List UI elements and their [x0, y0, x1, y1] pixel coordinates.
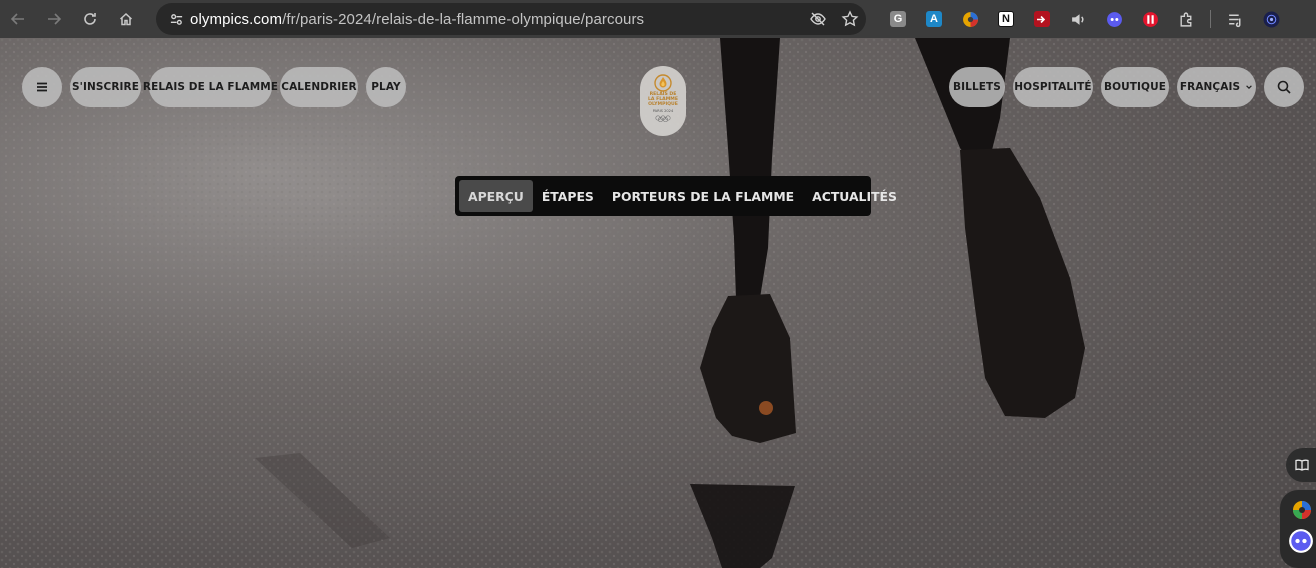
- arrow-left-icon: [10, 13, 24, 25]
- arrow-right-icon: [48, 13, 62, 25]
- reload-button[interactable]: [72, 0, 108, 38]
- color-wheel-icon[interactable]: [1292, 500, 1312, 520]
- extension-screen-recorder[interactable]: [1024, 0, 1060, 38]
- calendar-button[interactable]: CALENDRIER: [280, 67, 358, 107]
- logo-subtitle: PARIS 2024: [652, 109, 674, 113]
- extension-color-picker[interactable]: [952, 0, 988, 38]
- home-button[interactable]: [108, 0, 144, 38]
- chevron-down-icon: [1246, 85, 1252, 89]
- search-button[interactable]: [1264, 67, 1304, 107]
- browser-toolbar: olympics.com/fr/paris-2024/relais-de-la-…: [0, 0, 1316, 38]
- shop-button[interactable]: BOUTIQUE: [1101, 67, 1169, 107]
- language-selector[interactable]: FRANÇAIS: [1177, 67, 1256, 107]
- tab-overview[interactable]: APERÇU: [459, 180, 533, 212]
- media-queue-icon: [1228, 14, 1240, 27]
- reading-list-button[interactable]: [1217, 0, 1253, 38]
- extensions-menu[interactable]: [1168, 0, 1204, 38]
- eye-off-icon[interactable]: [802, 10, 834, 28]
- extension-g[interactable]: G: [880, 0, 916, 38]
- notion-icon: N: [998, 11, 1014, 27]
- hospitality-button[interactable]: HOSPITALITÉ: [1013, 67, 1093, 107]
- puzzle-icon: [1179, 12, 1191, 27]
- toolbar-divider: [1210, 10, 1211, 28]
- extension-pocket[interactable]: [1132, 0, 1168, 38]
- speaker-icon: [1071, 13, 1084, 25]
- extensions-bar: G A N: [880, 0, 1289, 38]
- color-wheel-icon: [962, 11, 978, 27]
- torch-relay-logo[interactable]: RELAIS DE LA FLAMME OLYMPIQUE PARIS 2024: [640, 66, 686, 136]
- section-tabs: APERÇU ÉTAPES PORTEURS DE LA FLAMME ACTU…: [455, 176, 897, 216]
- hamburger-menu-icon: [37, 82, 47, 92]
- home-icon: [119, 12, 133, 26]
- extension-assistant[interactable]: [1096, 0, 1132, 38]
- tab-news[interactable]: ACTUALITÉS: [803, 180, 906, 212]
- bot-face-icon[interactable]: [1288, 528, 1314, 554]
- bot-face-icon: [1106, 11, 1122, 27]
- record-icon: [1034, 11, 1050, 27]
- language-label: FRANÇAIS: [1179, 81, 1241, 93]
- tickets-button[interactable]: BILLETS: [949, 67, 1005, 107]
- bookmark-star-icon[interactable]: [834, 10, 866, 28]
- reader-mode-button[interactable]: [1286, 448, 1316, 482]
- url-path: /fr/paris-2024/relais-de-la-flamme-olymp…: [282, 10, 645, 28]
- page-viewport: S'INSCRIRE RELAIS DE LA FLAMME CALENDRIE…: [0, 38, 1316, 568]
- olympic-rings-icon: [655, 115, 671, 122]
- reload-icon: [84, 13, 96, 25]
- menu-button[interactable]: [22, 67, 62, 107]
- extension-notion[interactable]: N: [988, 0, 1024, 38]
- url-host: olympics.com: [190, 10, 283, 28]
- pocket-icon: [1142, 11, 1158, 27]
- tab-stages[interactable]: ÉTAPES: [533, 180, 603, 212]
- floating-extension-dock: [1280, 490, 1316, 568]
- back-button[interactable]: [0, 0, 36, 38]
- url-text[interactable]: olympics.com/fr/paris-2024/relais-de-la-…: [190, 11, 802, 28]
- open-book-icon: [1295, 459, 1309, 471]
- g-icon: G: [890, 11, 906, 27]
- tab-torchbearers[interactable]: PORTEURS DE LA FLAMME: [603, 180, 803, 212]
- torch-relay-button[interactable]: RELAIS DE LA FLAMME: [143, 67, 278, 107]
- forward-button[interactable]: [36, 0, 72, 38]
- search-icon: [1277, 80, 1291, 94]
- profile-avatar[interactable]: [1253, 0, 1289, 38]
- translate-icon: A: [926, 11, 942, 27]
- site-settings-icon[interactable]: [162, 12, 190, 27]
- play-button[interactable]: PLAY: [366, 67, 406, 107]
- signup-button[interactable]: S'INSCRIRE: [70, 67, 141, 107]
- logo-text-line3: OLYMPIQUE: [648, 102, 678, 107]
- flame-icon: [654, 74, 672, 92]
- extension-translate[interactable]: A: [916, 0, 952, 38]
- avatar-icon: [1263, 11, 1279, 27]
- address-bar[interactable]: olympics.com/fr/paris-2024/relais-de-la-…: [156, 3, 866, 35]
- extension-audio[interactable]: [1060, 0, 1096, 38]
